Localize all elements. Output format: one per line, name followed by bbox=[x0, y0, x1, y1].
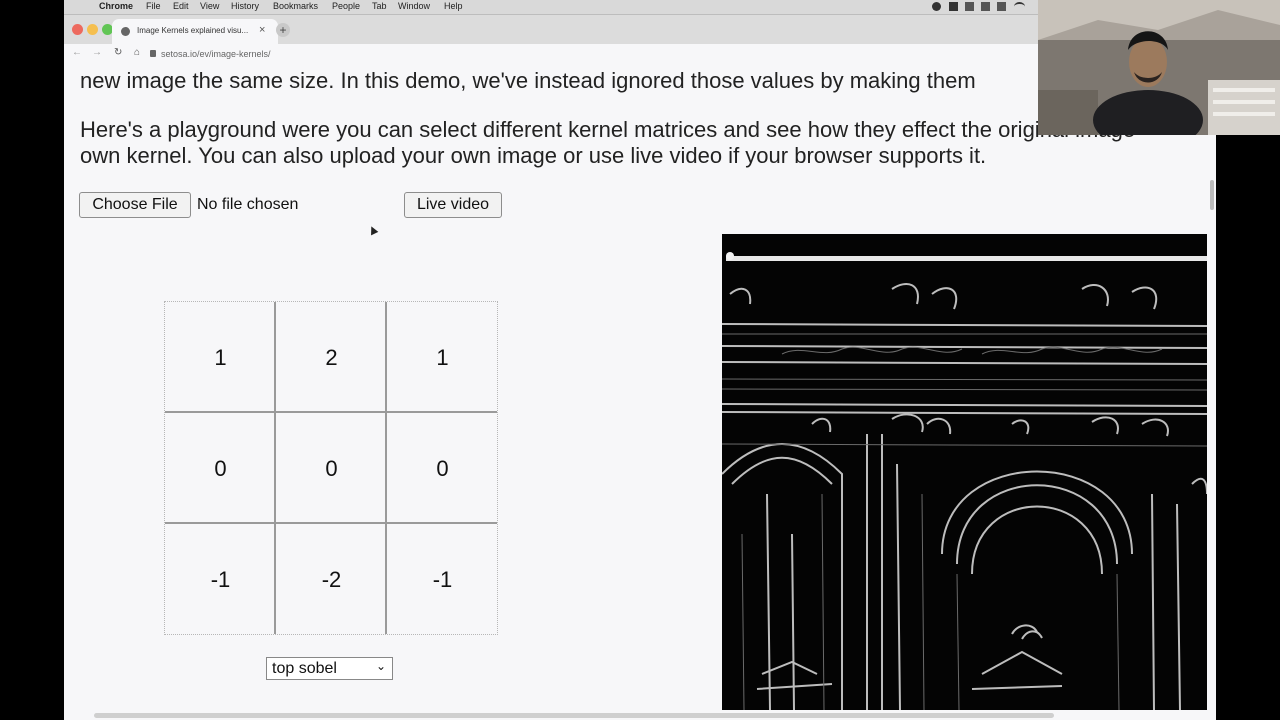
status-icon[interactable] bbox=[981, 2, 990, 11]
kernel-cell[interactable]: 0 bbox=[276, 413, 387, 524]
url-field[interactable]: setosa.io/ev/image-kernels/ bbox=[161, 49, 271, 59]
select-value: top sobel bbox=[272, 660, 337, 677]
menu-window[interactable]: Window bbox=[398, 1, 430, 11]
edge-detected-building-image bbox=[722, 234, 1207, 710]
close-tab-icon[interactable]: × bbox=[259, 24, 265, 36]
paragraph-padding-note: new image the same size. In this demo, w… bbox=[80, 68, 976, 93]
back-icon[interactable]: ← bbox=[72, 47, 82, 58]
grid-divider bbox=[165, 411, 497, 413]
menu-edit[interactable]: Edit bbox=[173, 1, 189, 11]
tab-title: Image Kernels explained visu... bbox=[137, 26, 249, 35]
wifi-icon[interactable] bbox=[1014, 2, 1025, 11]
status-icon[interactable] bbox=[997, 2, 1006, 11]
reload-icon[interactable]: ↻ bbox=[114, 47, 122, 58]
menu-bookmarks[interactable]: Bookmarks bbox=[273, 1, 318, 11]
lock-icon[interactable] bbox=[150, 50, 156, 57]
kernel-preset-select[interactable]: top sobel ⌄ bbox=[266, 657, 393, 680]
menu-history[interactable]: History bbox=[231, 1, 259, 11]
minimize-window-icon[interactable] bbox=[87, 24, 98, 35]
status-icon[interactable] bbox=[932, 2, 941, 11]
choose-file-button[interactable]: Choose File bbox=[79, 192, 191, 218]
menu-file[interactable]: File bbox=[146, 1, 161, 11]
paragraph-playground-line2: own kernel. You can also upload your own… bbox=[80, 143, 987, 168]
grid-divider bbox=[165, 522, 497, 524]
menu-people[interactable]: People bbox=[332, 1, 360, 11]
presenter-webcam-image bbox=[1038, 0, 1280, 135]
webcam-overlay bbox=[1038, 0, 1280, 135]
new-tab-button[interactable]: + bbox=[276, 23, 290, 37]
home-icon[interactable]: ⌂ bbox=[134, 47, 140, 58]
menu-view[interactable]: View bbox=[200, 1, 219, 11]
kernel-cell[interactable]: -1 bbox=[165, 524, 276, 635]
menu-help[interactable]: Help bbox=[444, 1, 463, 11]
menu-tab[interactable]: Tab bbox=[372, 1, 387, 11]
status-icon[interactable] bbox=[949, 2, 958, 11]
grid-divider bbox=[274, 302, 276, 634]
horizontal-scrollbar[interactable] bbox=[94, 713, 1054, 718]
status-icon[interactable] bbox=[965, 2, 974, 11]
vertical-scrollbar[interactable] bbox=[1210, 180, 1214, 210]
kernel-cell[interactable]: 2 bbox=[276, 302, 387, 413]
forward-icon[interactable]: → bbox=[92, 47, 102, 58]
kernel-cell[interactable]: -2 bbox=[276, 524, 387, 635]
kernel-cell[interactable]: 1 bbox=[165, 302, 276, 413]
live-video-button[interactable]: Live video bbox=[404, 192, 502, 218]
mouse-pointer-icon bbox=[367, 224, 379, 236]
globe-icon bbox=[121, 27, 130, 36]
grid-divider bbox=[385, 302, 387, 634]
paragraph-playground-line1: Here's a playground were you can select … bbox=[80, 117, 1136, 142]
page-content: new image the same size. In this demo, w… bbox=[64, 64, 1216, 720]
kernel-cell[interactable]: 0 bbox=[387, 413, 498, 524]
tab-image-kernels[interactable]: Image Kernels explained visu... × bbox=[112, 19, 278, 44]
filtered-output-image bbox=[722, 234, 1207, 710]
chevron-down-icon: ⌄ bbox=[375, 659, 386, 673]
no-file-label: No file chosen bbox=[197, 196, 299, 213]
kernel-cell[interactable]: 1 bbox=[387, 302, 498, 413]
kernel-cell[interactable]: -1 bbox=[387, 524, 498, 635]
close-window-icon[interactable] bbox=[72, 24, 83, 35]
kernel-matrix: 1 2 1 0 0 0 -1 -2 -1 bbox=[164, 301, 498, 635]
kernel-cell[interactable]: 0 bbox=[165, 413, 276, 524]
menu-app-name[interactable]: Chrome bbox=[99, 1, 133, 11]
